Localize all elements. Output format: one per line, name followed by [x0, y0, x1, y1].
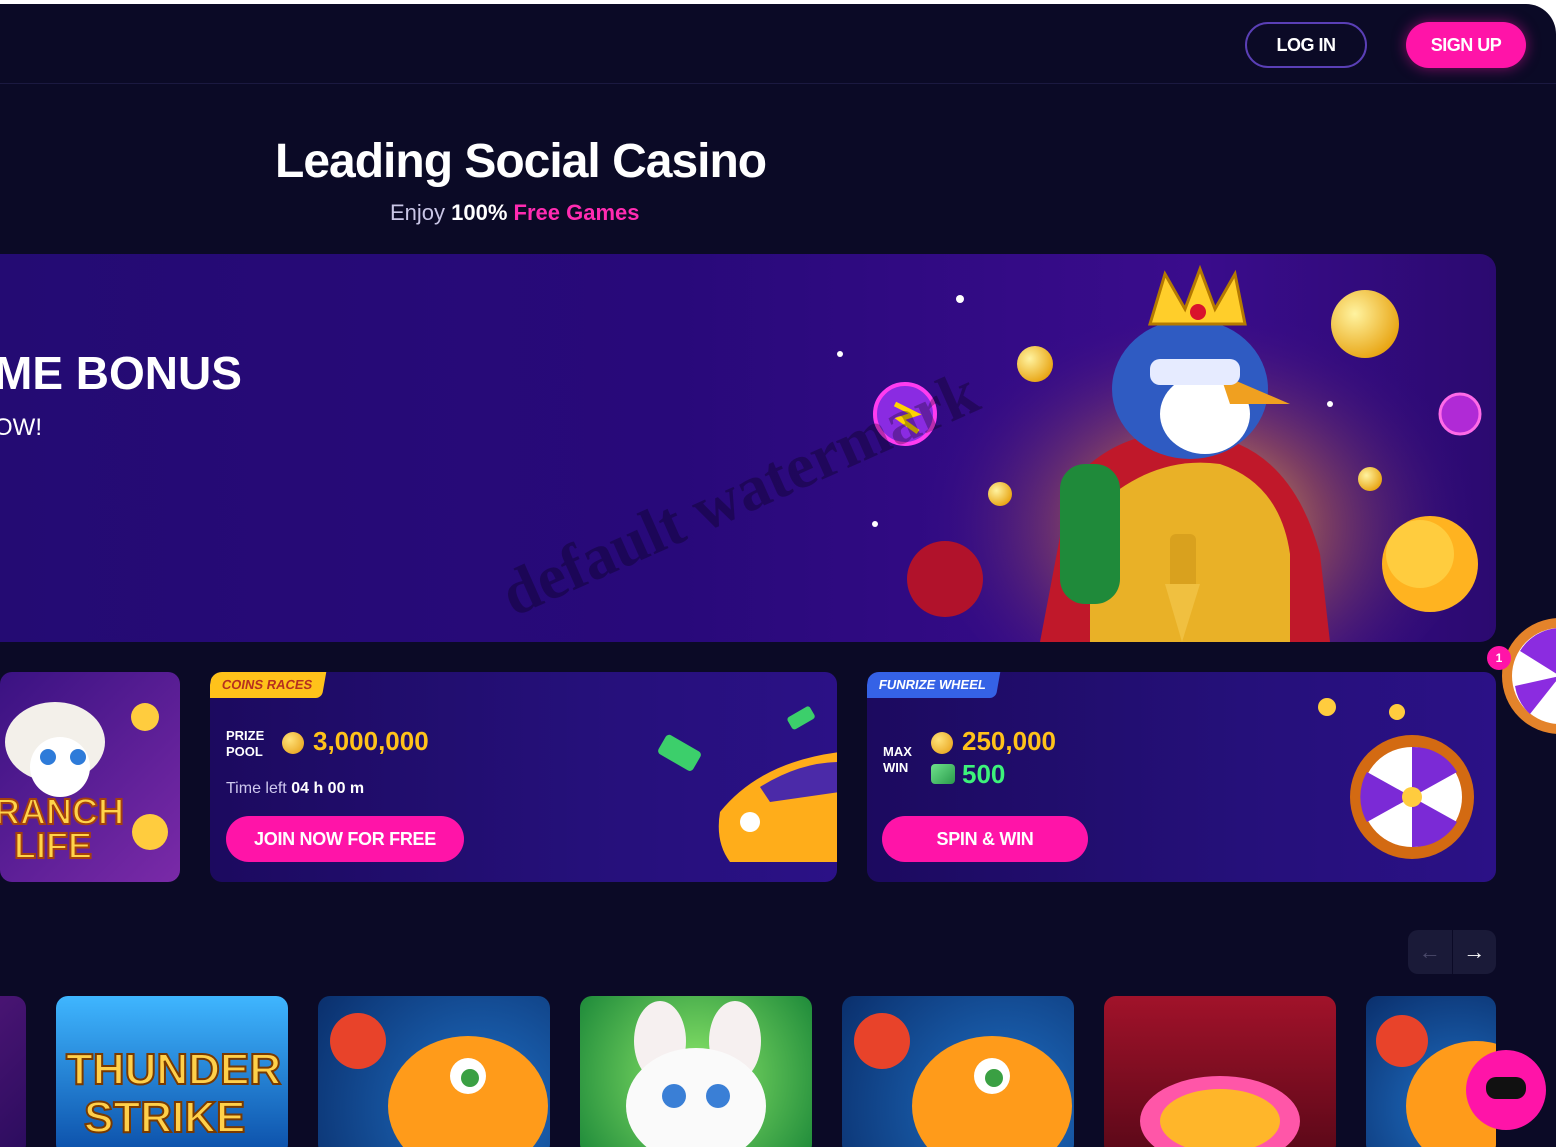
time-left-value: 04 h 00 m — [291, 780, 365, 797]
spin-and-win-button[interactable]: SPIN & WIN — [882, 816, 1088, 862]
game-tile-lucky-coins[interactable] — [1104, 996, 1336, 1147]
coins-icon — [931, 732, 953, 754]
coins-races-tag: COINS RACES — [210, 672, 327, 698]
funrize-wheel-card: FUNRIZE WHEEL MAX WIN 250,000 500 SPIN &… — [867, 672, 1496, 882]
hero-subtitle: Enjoy 100% Free Games — [390, 200, 640, 226]
funrize-wheel-tag: FUNRIZE WHEEL — [867, 672, 1001, 698]
arrow-left-icon[interactable]: ← — [1408, 930, 1452, 974]
max-win-label: MAX WIN — [883, 744, 912, 776]
prize-pool-label: PRIZE POOL — [226, 728, 264, 760]
join-now-button[interactable]: JOIN NOW FOR FREE — [226, 816, 464, 862]
chat-bubble-icon — [1486, 1077, 1526, 1099]
time-left: Time left 04 h 00 m — [226, 780, 364, 798]
max-label-line1: MAX — [883, 744, 912, 759]
prize-label-line1: PRIZE — [226, 728, 265, 743]
banner-subtitle: OW! — [0, 414, 42, 441]
hero-title: Leading Social Casino — [275, 135, 767, 188]
max-win-entries-value: 500 — [962, 759, 1006, 789]
entries-icon — [931, 764, 955, 784]
king-penguin-illustration — [837, 264, 1482, 642]
side-wheel-widget[interactable] — [1500, 616, 1556, 736]
hero-subtitle-bold: 100% — [451, 200, 508, 225]
prize-label-line2: POOL — [226, 744, 263, 759]
race-car-illustration — [658, 706, 837, 862]
top-navbar: LOG IN SIGN UP — [0, 4, 1556, 84]
thunder-logo-line2: STRIKE — [84, 1093, 245, 1142]
fortune-wheel-illustration — [1318, 698, 1474, 859]
login-button[interactable]: LOG IN — [1245, 22, 1367, 68]
game-tile-thunder-strike[interactable]: THUNDER STRIKE — [56, 996, 288, 1147]
app-window: LOG IN SIGN UP Leading Social Casino Enj… — [0, 4, 1556, 1147]
side-wheel-badge: 1 — [1487, 646, 1511, 670]
signup-button[interactable]: SIGN UP — [1406, 22, 1526, 68]
carousel-controls: ← → — [1408, 930, 1496, 974]
ranch-life-game-card[interactable]: RANCH LIFE — [0, 672, 180, 882]
welcome-bonus-banner[interactable]: ME BONUS OW! — [0, 254, 1496, 642]
ranch-life-artwork: RANCH LIFE — [0, 702, 168, 867]
lucky-coins-artwork — [1140, 1076, 1300, 1147]
fish-game-artwork — [330, 1013, 548, 1147]
game-tile-partial[interactable] — [0, 996, 26, 1147]
hero-subtitle-prefix: Enjoy — [390, 200, 452, 225]
thunder-logo-line1: THUNDER — [66, 1045, 281, 1094]
ranch-life-logo-line2: LIFE — [14, 825, 92, 866]
thunder-strike-artwork: THUNDER STRIKE — [65, 1044, 282, 1143]
bunny-game-artwork — [626, 1001, 766, 1147]
hero-subtitle-highlight: Free Games — [507, 200, 640, 225]
prize-pool-value: 3,000,000 — [313, 726, 429, 756]
max-label-line2: WIN — [883, 760, 909, 775]
game-tile-fish[interactable] — [318, 996, 550, 1147]
fish-game-artwork — [854, 1013, 1072, 1147]
time-left-label: Time left — [226, 780, 287, 797]
game-tile-fish-2[interactable] — [842, 996, 1074, 1147]
chat-support-button[interactable] — [1466, 1050, 1546, 1130]
coins-races-card: COINS RACES PRIZE POOL 3,000,000 Time le… — [210, 672, 837, 882]
max-win-coins-value: 250,000 — [962, 726, 1056, 756]
coins-icon — [282, 732, 304, 754]
banner-title: ME BONUS — [0, 347, 242, 399]
arrow-right-icon[interactable]: → — [1453, 930, 1497, 974]
game-tile-bunny[interactable] — [580, 996, 812, 1147]
